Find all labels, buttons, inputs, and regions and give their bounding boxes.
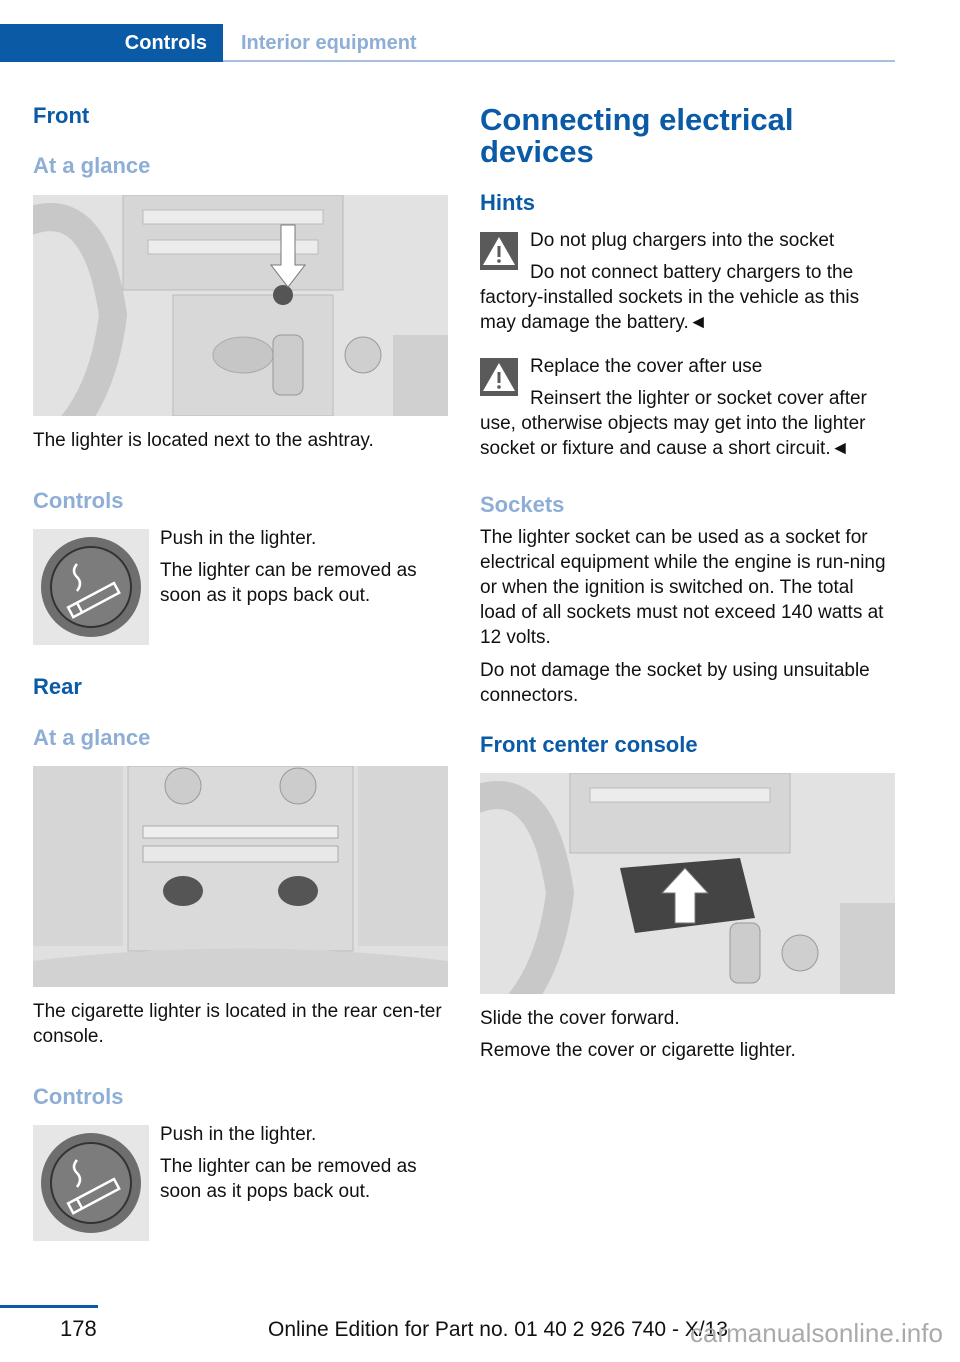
rear-glance-heading: At a glance xyxy=(33,725,151,750)
console-line-2: Remove the cover or cigarette lighter. xyxy=(480,1040,796,1061)
rear-controls-heading: Controls xyxy=(33,1084,124,1109)
warning-1-title: Do not plug chargers into the socket xyxy=(530,230,835,251)
footer-divider xyxy=(0,1305,98,1308)
header-divider xyxy=(223,60,895,62)
section-title: Connecting electrical devices xyxy=(480,102,794,169)
page-number: 178 xyxy=(60,1316,97,1341)
sockets-paragraph-1: The lighter socket can be used as a sock… xyxy=(480,527,886,648)
front-controls-line-2: The lighter can be removed as soon as it… xyxy=(160,560,417,606)
sockets-paragraph-2: Do not damage the socket by using unsuit… xyxy=(480,660,870,706)
console-line-1: Slide the cover forward. xyxy=(480,1008,680,1029)
front-image-caption: The lighter is located next to the ashtr… xyxy=(33,430,374,451)
console-heading: Front center console xyxy=(480,732,698,757)
front-console-image xyxy=(33,195,448,416)
warning-2-title: Replace the cover after use xyxy=(530,356,763,377)
cigarette-lighter-icon xyxy=(33,1125,149,1241)
front-controls-heading: Controls xyxy=(33,488,124,513)
hints-heading: Hints xyxy=(480,190,535,215)
front-center-console-image xyxy=(480,773,895,994)
tab-interior-label: Interior equipment xyxy=(241,31,417,54)
front-controls-line-1: Push in the lighter. xyxy=(160,528,317,549)
edition-text: Online Edition for Part no. 01 40 2 926 … xyxy=(268,1318,728,1341)
warning-1-body: Do not connect battery chargers to the f… xyxy=(480,262,860,333)
cigarette-lighter-icon xyxy=(33,529,149,645)
sockets-heading: Sockets xyxy=(480,492,565,517)
rear-console-image xyxy=(33,766,448,987)
tab-controls[interactable]: Controls xyxy=(0,24,223,62)
front-heading: Front xyxy=(33,103,90,128)
rear-controls-line-1: Push in the lighter. xyxy=(160,1124,317,1145)
rear-image-caption: The cigarette lighter is located in the … xyxy=(33,1001,442,1047)
front-glance-heading: At a glance xyxy=(33,153,151,178)
rear-controls-line-2: The lighter can be removed as soon as it… xyxy=(160,1156,417,1202)
tab-interior-equipment[interactable]: Interior equipment xyxy=(241,24,417,62)
tab-controls-label: Controls xyxy=(124,31,207,54)
warning-2-body: Reinsert the lighter or socket cover aft… xyxy=(480,388,867,459)
watermark: carmanualsonline.info xyxy=(690,1318,943,1348)
rear-heading: Rear xyxy=(33,674,82,699)
